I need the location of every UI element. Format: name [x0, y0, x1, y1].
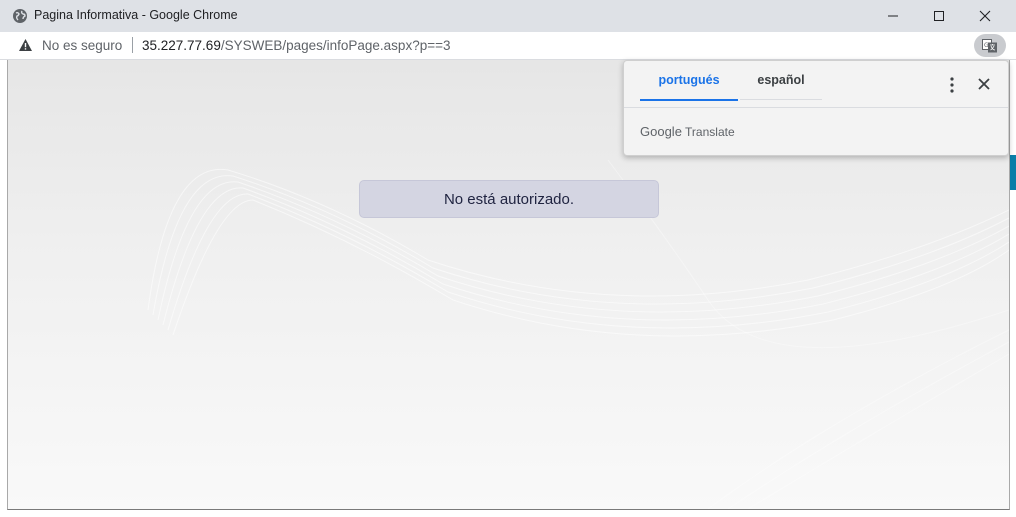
translate-button[interactable]: G: [974, 34, 1006, 57]
minimize-button[interactable]: [870, 0, 916, 32]
maximize-button[interactable]: [916, 0, 962, 32]
url-path: /SYSWEB/pages/infoPage.aspx?p==3: [220, 38, 451, 53]
address-separator: [132, 37, 133, 53]
maximize-icon: [934, 11, 944, 21]
warning-icon[interactable]: [18, 38, 33, 52]
google-translate-brand: Google Translate: [640, 124, 735, 139]
address-bar[interactable]: No es seguro 35.227.77.69/SYSWEB/pages/i…: [0, 32, 1016, 60]
url-text[interactable]: 35.227.77.69/SYSWEB/pages/infoPage.aspx?…: [142, 38, 450, 53]
popup-divider: [624, 107, 1008, 108]
globe-icon: [13, 9, 27, 23]
translate-popup: portugués español Google Translate: [623, 60, 1009, 156]
close-window-button[interactable]: [962, 0, 1008, 32]
url-host: 35.227.77.69: [142, 38, 221, 53]
security-status-label[interactable]: No es seguro: [42, 38, 122, 53]
window-title: Pagina Informativa - Google Chrome: [34, 8, 238, 22]
more-vert-icon[interactable]: [942, 75, 962, 95]
svg-text:G: G: [984, 42, 989, 49]
tab-spanish[interactable]: español: [740, 61, 822, 100]
close-popup-icon[interactable]: [974, 74, 994, 94]
brand-translate: Translate: [685, 125, 735, 139]
close-icon: [979, 10, 991, 22]
tab-portuguese[interactable]: portugués: [640, 61, 738, 101]
page-margin-bottom: [0, 510, 1016, 517]
brand-google: Google: [640, 124, 682, 139]
window-titlebar: Pagina Informativa - Google Chrome: [0, 0, 1016, 32]
unauthorized-message: No está autorizado.: [359, 180, 659, 218]
minimize-icon: [888, 15, 898, 17]
page-margin-left: [0, 60, 7, 517]
translate-icon: G: [982, 38, 997, 52]
